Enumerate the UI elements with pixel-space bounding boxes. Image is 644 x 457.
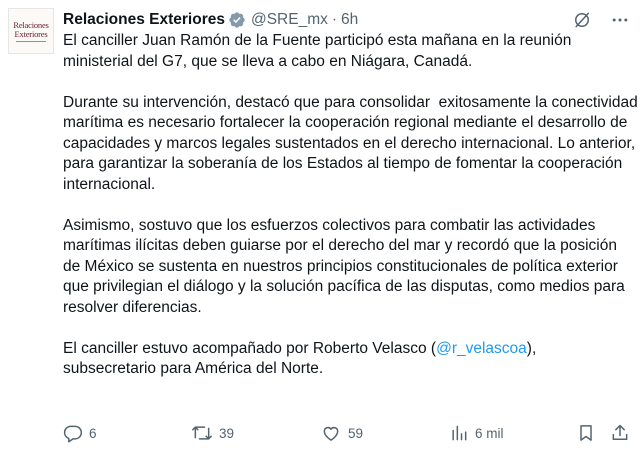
share-button[interactable] [610,421,630,445]
like-count: 59 [348,425,364,441]
bookmark-button[interactable] [576,421,596,445]
like-icon [320,423,342,443]
mention-link[interactable]: @r_velascoa [436,340,527,357]
tweet-paragraph-last: El canciller estuvo acompañado por Rober… [63,339,638,380]
reply-icon [63,423,83,443]
tweet-actions: 6 39 59 6 mil [63,421,633,445]
author-name[interactable]: Relaciones Exteriores [63,11,225,29]
separator-dot: · [331,11,338,28]
views-icon [449,423,469,443]
tweet-paragraph: El canciller Juan Ramón de la Fuente par… [63,32,576,70]
tweet-paragraph: Durante su intervención, destacó que par… [63,93,643,193]
share-icon [610,423,630,443]
reply-button[interactable]: 6 [63,421,97,445]
avatar[interactable]: Relaciones Exteriores [8,8,54,54]
tweet-paragraph: Asimismo, sostuvo que los esfuerzos cole… [63,216,630,316]
retweet-icon [191,423,213,443]
retweet-count: 39 [219,425,235,441]
tweet-header: Relaciones Exteriores @SRE_mx · 6h [63,10,630,30]
views-count: 6 mil [475,425,504,441]
reply-count: 6 [89,425,97,441]
paragraph-text-before: El canciller estuvo acompañado por Rober… [63,339,437,357]
like-button[interactable]: 59 [320,421,363,445]
tweet-time[interactable]: 6h [341,11,358,29]
tweet-text: El canciller Juan Ramón de la Fuente par… [63,31,638,380]
verified-badge-icon [228,11,246,29]
views-button[interactable]: 6 mil [449,421,504,445]
author-handle[interactable]: @SRE_mx [251,11,328,29]
retweet-button[interactable]: 39 [191,421,234,445]
avatar-text-line2: Exteriores [14,28,48,39]
avatar-divider [16,40,46,42]
bookmark-icon [576,423,596,443]
